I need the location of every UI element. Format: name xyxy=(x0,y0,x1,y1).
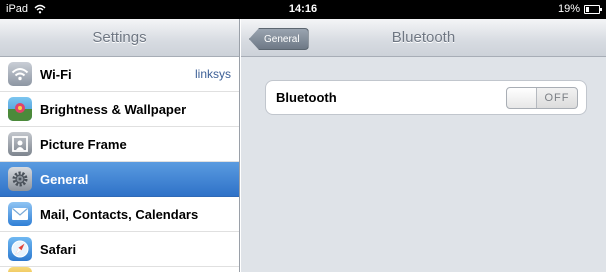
sidebar-nav-bar: Settings xyxy=(0,19,239,57)
detail-pane: General Bluetooth Bluetooth OFF xyxy=(241,19,606,272)
partial-row-icon xyxy=(8,267,32,272)
sidebar-item-picture-frame[interactable]: Picture Frame xyxy=(0,127,239,162)
sidebar-item-brightness-wallpaper[interactable]: Brightness & Wallpaper xyxy=(0,92,239,127)
status-right: 19% xyxy=(557,3,602,15)
sidebar-item-label: Mail, Contacts, Calendars xyxy=(40,206,199,222)
sidebar-item-wifi[interactable]: Wi-Fi linksys xyxy=(0,57,239,92)
sidebar-item-label: Brightness & Wallpaper xyxy=(40,101,187,117)
wifi-icon xyxy=(8,62,32,86)
gear-icon xyxy=(8,167,32,191)
picture-frame-icon xyxy=(8,132,32,156)
battery-icon xyxy=(584,4,602,14)
toggle-knob xyxy=(507,88,537,108)
sidebar-item-label: General xyxy=(40,171,89,187)
list-item-partial xyxy=(0,267,239,272)
detail-title: Bluetooth xyxy=(391,29,456,46)
wifi-network-value: linksys xyxy=(194,67,231,81)
bluetooth-toggle[interactable]: OFF xyxy=(506,87,578,109)
sidebar-title: Settings xyxy=(92,29,147,46)
sidebar-item-label: Picture Frame xyxy=(40,136,127,152)
safari-icon xyxy=(8,237,32,261)
bluetooth-label: Bluetooth xyxy=(276,90,337,105)
detail-nav-bar: General Bluetooth xyxy=(241,19,606,57)
brightness-wallpaper-icon xyxy=(8,97,32,121)
settings-sidebar: Settings Wi-Fi linksys Brightness & Wall… xyxy=(0,19,240,272)
status-bar: iPad 14:16 19% xyxy=(0,0,606,19)
bluetooth-setting-row: Bluetooth OFF xyxy=(265,80,587,115)
sidebar-item-label: Wi-Fi xyxy=(40,66,72,82)
battery-percent: 19% xyxy=(557,3,580,15)
sidebar-item-label: Safari xyxy=(40,241,77,257)
sidebar-item-safari[interactable]: Safari xyxy=(0,232,239,267)
mail-icon xyxy=(8,202,32,226)
sidebar-item-general[interactable]: General xyxy=(0,162,239,197)
status-time: 14:16 xyxy=(288,3,318,15)
settings-list: Wi-Fi linksys Brightness & Wallpaper Pic… xyxy=(0,57,239,272)
sidebar-item-mail-contacts-calendars[interactable]: Mail, Contacts, Calendars xyxy=(0,197,239,232)
toggle-state-label: OFF xyxy=(544,92,570,104)
